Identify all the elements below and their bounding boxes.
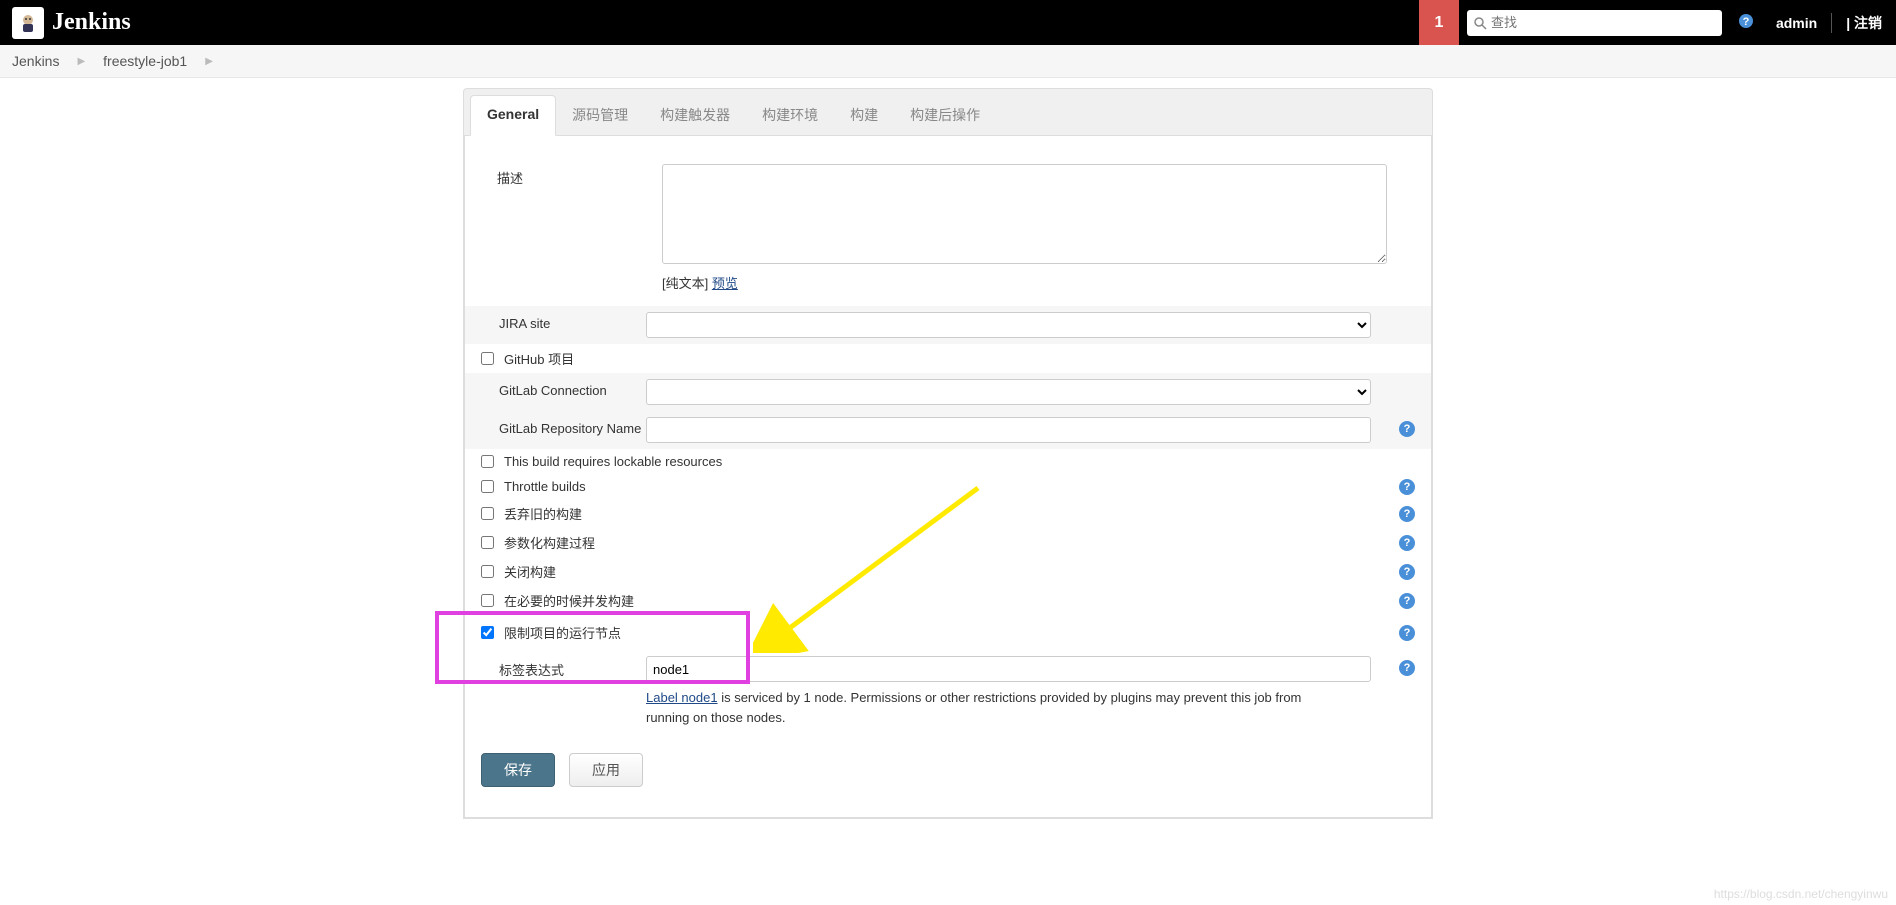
page-header: Jenkins 1 ? admin | 注销 (0, 0, 1896, 45)
gitlab-repo-input[interactable] (646, 417, 1371, 443)
concurrent-row: 在必要的时候并发构建 ? (465, 586, 1431, 615)
svg-text:?: ? (1743, 16, 1750, 28)
tab-build[interactable]: 构建 (834, 95, 894, 135)
github-project-label: GitHub 项目 (504, 349, 574, 368)
apply-button[interactable]: 应用 (569, 753, 643, 787)
user-link[interactable]: admin (1762, 15, 1831, 31)
breadcrumb-job[interactable]: freestyle-job1 (103, 53, 187, 69)
tab-build-env[interactable]: 构建环境 (746, 95, 834, 135)
lockable-row: This build requires lockable resources (465, 449, 1431, 474)
concurrent-label: 在必要的时候并发构建 (504, 591, 634, 610)
restrict-row: 限制项目的运行节点 ? (465, 615, 1431, 650)
lockable-label: This build requires lockable resources (504, 454, 722, 469)
notification-badge[interactable]: 1 (1419, 0, 1459, 45)
param-row: 参数化构建过程 ? (465, 528, 1431, 557)
help-icon[interactable]: ? (1399, 625, 1415, 641)
description-label: 描述 (497, 164, 662, 187)
save-button[interactable]: 保存 (481, 753, 555, 787)
description-hint: [纯文本] 预览 (662, 273, 1399, 292)
disable-label: 关闭构建 (504, 562, 556, 581)
restrict-label: 限制项目的运行节点 (504, 623, 621, 642)
watermark: https://blog.csdn.net/chengyinwu (1714, 887, 1888, 901)
label-expr-input[interactable] (646, 656, 1371, 682)
discard-checkbox[interactable] (481, 507, 494, 520)
label-node-link[interactable]: Label node1 (646, 690, 718, 705)
throttle-row: Throttle builds ? (465, 474, 1431, 499)
gitlab-conn-label: GitLab Connection (481, 379, 646, 398)
help-icon[interactable]: ? (1399, 479, 1415, 495)
discard-row: 丢弃旧的构建 ? (465, 499, 1431, 528)
breadcrumb-bar: Jenkins ▶ freestyle-job1 ▶ (0, 45, 1896, 78)
tab-general[interactable]: General (470, 95, 556, 136)
jenkins-logo-icon (12, 7, 44, 39)
tab-triggers[interactable]: 构建触发器 (644, 95, 746, 135)
help-icon[interactable]: ? (1399, 421, 1415, 437)
jira-site-select[interactable] (646, 312, 1371, 338)
help-icon[interactable]: ? (1399, 535, 1415, 551)
tab-post-build[interactable]: 构建后操作 (894, 95, 996, 135)
label-hint: Label node1 is serviced by 1 node. Permi… (646, 688, 1346, 727)
throttle-checkbox[interactable] (481, 480, 494, 493)
help-icon[interactable]: ? (1399, 564, 1415, 580)
help-icon[interactable]: ? (1399, 593, 1415, 609)
config-tabs: General 源码管理 构建触发器 构建环境 构建 构建后操作 (464, 89, 1432, 136)
github-project-checkbox[interactable] (481, 352, 494, 365)
gitlab-conn-select[interactable] (646, 379, 1371, 405)
disable-row: 关闭构建 ? (465, 557, 1431, 586)
disable-checkbox[interactable] (481, 565, 494, 578)
tab-scm[interactable]: 源码管理 (556, 95, 644, 135)
header-title: Jenkins (52, 9, 131, 36)
search-input[interactable] (1491, 15, 1716, 30)
param-checkbox[interactable] (481, 536, 494, 549)
chevron-right-icon: ▶ (77, 56, 85, 67)
restrict-checkbox[interactable] (481, 626, 494, 639)
help-icon[interactable]: ? (1399, 660, 1415, 676)
search-box[interactable] (1467, 10, 1722, 36)
param-label: 参数化构建过程 (504, 533, 595, 552)
config-main: General 源码管理 构建触发器 构建环境 构建 构建后操作 描述 [纯文本… (463, 78, 1433, 819)
lockable-checkbox[interactable] (481, 455, 494, 468)
button-bar: 保存 应用 (465, 743, 1431, 787)
gitlab-repo-label: GitLab Repository Name (481, 417, 646, 436)
logout-link[interactable]: | 注销 (1831, 13, 1896, 33)
github-project-row: GitHub 项目 (465, 344, 1431, 373)
config-body: 描述 [纯文本] 预览 JIRA site (464, 136, 1432, 818)
description-textarea[interactable] (662, 164, 1387, 264)
help-icon[interactable]: ? (1399, 506, 1415, 522)
jira-site-label: JIRA site (481, 312, 646, 331)
chevron-right-icon: ▶ (205, 56, 213, 67)
label-expr-label: 标签表达式 (499, 656, 646, 679)
discard-label: 丢弃旧的构建 (504, 504, 582, 523)
concurrent-checkbox[interactable] (481, 594, 494, 607)
search-icon (1473, 16, 1487, 30)
throttle-label: Throttle builds (504, 479, 586, 494)
preview-link[interactable]: 预览 (712, 276, 738, 291)
header-help-icon[interactable]: ? (1738, 13, 1754, 32)
breadcrumb-jenkins[interactable]: Jenkins (12, 53, 59, 69)
jenkins-logo[interactable]: Jenkins (12, 7, 131, 39)
